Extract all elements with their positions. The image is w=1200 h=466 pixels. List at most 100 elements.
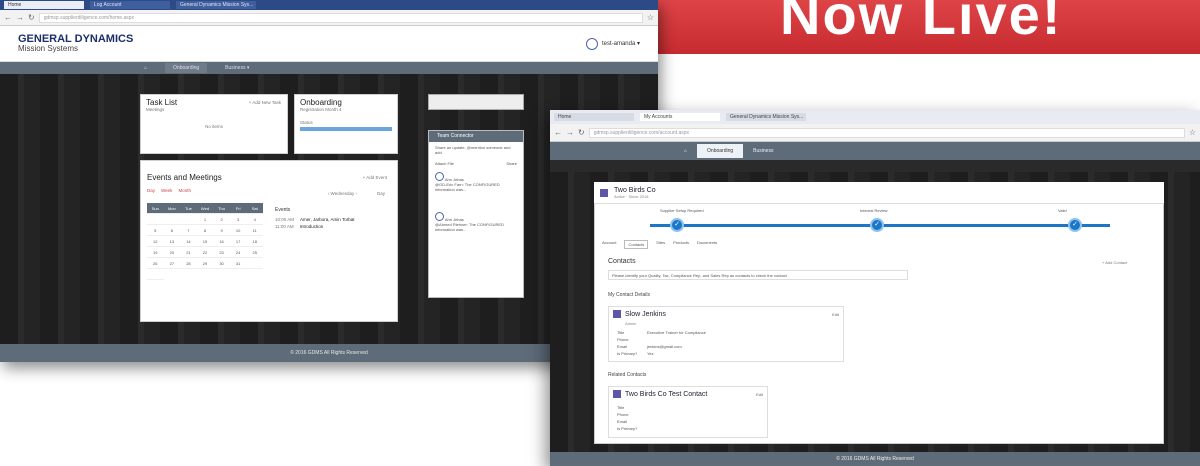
nav-onboarding[interactable]: Onboarding — [697, 144, 744, 158]
calendar-day[interactable]: 6 — [163, 225, 181, 236]
calendar-day[interactable]: 19 — [147, 247, 164, 258]
message-text: @GD-Eric Farn: The CONFIGURED informatio… — [435, 182, 500, 192]
calendar-day[interactable]: 14 — [180, 236, 197, 247]
edit-button[interactable]: Edit — [832, 312, 839, 317]
back-icon[interactable]: ← — [554, 128, 562, 137]
user-menu[interactable]: test-amanda ▾ — [585, 37, 640, 50]
calendar-day[interactable]: 29 — [196, 258, 214, 269]
calendar-day[interactable]: 4 — [246, 214, 263, 225]
filter-week[interactable]: Week — [161, 188, 172, 193]
browser-tab[interactable]: Log Account — [90, 1, 170, 9]
calendar-day[interactable]: 24 — [229, 247, 247, 258]
chat-message: Ahn Jebas @GD-Eric Farn: The CONFIGURED … — [429, 169, 523, 195]
filter-day[interactable]: Day — [147, 188, 155, 193]
browser-tab[interactable]: General Dynamics Mission Sys... — [726, 113, 806, 121]
calendar-day[interactable]: 31 — [229, 258, 247, 269]
contact-card: Two Birds Co Test Contact Edit Title Pho… — [608, 386, 768, 438]
back-icon[interactable]: ← — [4, 13, 12, 22]
card-subtitle: Registration Month 4 — [300, 107, 342, 112]
field-label: Title — [617, 330, 625, 335]
nav-business[interactable]: Business — [753, 148, 773, 154]
add-task-link[interactable]: + Add New Task — [249, 100, 281, 105]
star-icon[interactable]: ☆ — [1189, 128, 1196, 137]
browser-tab[interactable]: Home — [554, 113, 634, 121]
tab-sites[interactable]: Sites — [656, 240, 665, 249]
chat-intro[interactable]: Share an update, @mention someone and ad… — [429, 142, 523, 158]
logo-line: GENERAL DYNAMICS — [18, 32, 134, 45]
view-selector[interactable]: Day — [377, 191, 385, 196]
person-icon — [613, 390, 621, 398]
check-icon[interactable]: ✓ — [670, 218, 684, 232]
calendar-day[interactable]: 8 — [196, 225, 214, 236]
tab-account[interactable]: Account — [602, 240, 616, 249]
avatar-icon — [585, 37, 598, 50]
calendar-day — [246, 258, 263, 269]
home-icon[interactable]: ⌂ — [144, 65, 147, 71]
onboarding-steps: Supplier Setup Required Internal Review … — [610, 208, 1150, 234]
calendar-day[interactable]: 12 — [147, 236, 164, 247]
company-logo[interactable]: GENERAL DYNAMICS Mission Systems — [18, 32, 134, 54]
calendar-day[interactable]: 1 — [196, 214, 214, 225]
add-event-link[interactable]: + Add Event — [363, 175, 387, 180]
browser-tab[interactable]: Home — [4, 1, 84, 9]
agenda-item[interactable]: 11:00 AM Introduction — [275, 224, 391, 229]
mini-calendar: Sun Mon Tue Wed Thu Fri Sat 1 2 3 4 5 6 7 8 9 10 11 12 13 14… — [147, 203, 263, 280]
calendar-header-cell: Sun — [147, 203, 164, 214]
calendar-day[interactable]: 2 — [213, 214, 230, 225]
browser-tab[interactable]: My Accounts — [640, 113, 720, 121]
calendar-day[interactable]: 22 — [196, 247, 214, 258]
calendar-day[interactable]: 3 — [229, 214, 247, 225]
main-nav: ⌂ Onboarding Business — [550, 142, 1200, 160]
star-icon[interactable]: ☆ — [647, 13, 654, 22]
calendar-day[interactable]: 17 — [229, 236, 247, 247]
nav-business[interactable]: Business ▾ — [225, 65, 249, 71]
calendar-day[interactable]: 26 — [147, 258, 164, 269]
calendar-day[interactable]: 11 — [246, 225, 263, 236]
calendar-day[interactable]: 18 — [246, 236, 263, 247]
check-icon[interactable]: ✓ — [1068, 218, 1082, 232]
calendar-day[interactable]: 30 — [213, 258, 230, 269]
agenda-text: Introduction — [299, 224, 324, 229]
agenda-item[interactable]: 10:00 AM Amer, Jarbora, Amin Torbat — [275, 217, 391, 222]
calendar-day[interactable]: 28 — [180, 258, 197, 269]
calendar-day[interactable]: 15 — [196, 236, 214, 247]
add-contact-button[interactable]: + Add Contact — [1102, 260, 1127, 265]
calendar-day[interactable]: 16 — [213, 236, 230, 247]
tab-products[interactable]: Products — [673, 240, 689, 249]
account-subtabs: Account Contacts Sites Products Document… — [602, 240, 717, 249]
address-bar: ← → ↻ gdmsp.supplierdiligence.com/accoun… — [550, 124, 1200, 142]
tab-documents[interactable]: Documents — [697, 240, 717, 249]
calendar-day[interactable]: 20 — [163, 247, 181, 258]
site-header: GENERAL DYNAMICS Mission Systems test-am… — [0, 26, 658, 62]
forward-icon[interactable]: → — [566, 128, 574, 137]
attach-file-link[interactable]: Attach File — [435, 161, 454, 166]
search-box[interactable] — [428, 94, 524, 110]
calendar-day[interactable]: 23 — [213, 247, 230, 258]
date-selector[interactable]: ‹ Wednesday › — [328, 191, 357, 196]
forward-icon[interactable]: → — [16, 13, 24, 22]
share-button[interactable]: Share — [506, 161, 517, 166]
refresh-icon[interactable]: ↻ — [28, 13, 35, 22]
calendar-day[interactable]: 9 — [213, 225, 230, 236]
edit-button[interactable]: Edit — [756, 392, 763, 397]
field-value: Executive Trainer for Compliance — [647, 330, 706, 335]
main-nav: ⌂ Onboarding Business ▾ — [0, 62, 658, 74]
browser-tab[interactable]: General Dynamics Mission Sys... — [176, 1, 256, 9]
calendar-day[interactable]: 21 — [180, 247, 197, 258]
home-icon[interactable]: ⌂ — [684, 148, 687, 154]
field-label: Phone — [617, 412, 629, 417]
check-icon[interactable]: ✓ — [870, 218, 884, 232]
url-input[interactable]: gdmsp.supplierdiligence.com/account.aspx — [588, 127, 1185, 138]
tab-contacts[interactable]: Contacts — [624, 240, 649, 249]
refresh-icon[interactable]: ↻ — [578, 128, 585, 137]
calendar-day[interactable]: 27 — [163, 258, 181, 269]
calendar-day[interactable]: 13 — [163, 236, 181, 247]
calendar-day — [180, 214, 197, 225]
calendar-day[interactable]: 10 — [229, 225, 247, 236]
calendar-day[interactable]: 25 — [246, 247, 263, 258]
nav-onboarding[interactable]: Onboarding — [165, 63, 208, 73]
filter-month[interactable]: Month — [178, 188, 191, 193]
calendar-day[interactable]: 7 — [180, 225, 197, 236]
calendar-day[interactable]: 5 — [147, 225, 164, 236]
url-input[interactable]: gdmsp.supplierdiligence.com/home.aspx — [38, 12, 643, 23]
